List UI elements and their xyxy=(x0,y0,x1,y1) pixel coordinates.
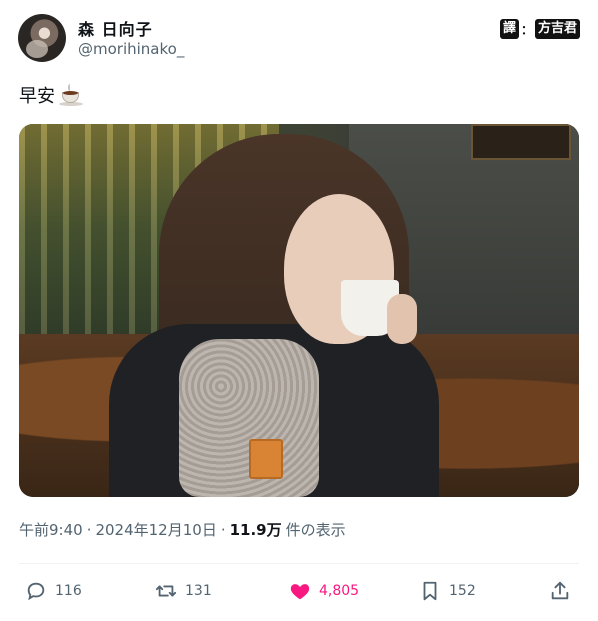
meta-separator: · xyxy=(220,521,226,539)
retweet-count: 131 xyxy=(185,583,212,599)
retweet-icon xyxy=(155,585,177,597)
watermark-separator: ： xyxy=(520,22,533,37)
display-name[interactable]: 森 日向子 xyxy=(78,16,153,40)
tweet-time[interactable]: 午前9:40 xyxy=(19,519,83,540)
tweet-text: 早安 xyxy=(19,82,83,108)
translator-watermark: 譯 ： 方吉君 xyxy=(499,18,580,40)
action-bar: 116 131 4,805 152 xyxy=(19,572,579,612)
share-icon xyxy=(551,581,569,600)
reply-count: 116 xyxy=(55,583,82,599)
reply-icon xyxy=(27,582,45,601)
retweet-button[interactable]: 131 xyxy=(155,580,212,602)
tweet-date[interactable]: 2024年12月10日 xyxy=(95,519,216,540)
tweet-photo[interactable] xyxy=(19,124,579,497)
reply-button[interactable]: 116 xyxy=(25,580,82,602)
meta-separator: · xyxy=(86,521,92,539)
like-count: 4,805 xyxy=(319,583,360,599)
user-handle[interactable]: @morihinako_ xyxy=(78,40,184,58)
share-button[interactable] xyxy=(549,580,571,602)
tweet-meta: 午前9:40 · 2024年12月10日 · 11.9万 件の表示 xyxy=(19,519,346,540)
tweet-text-content: 早安 xyxy=(19,86,55,107)
watermark-left: 譯 xyxy=(499,19,519,39)
avatar[interactable] xyxy=(18,14,66,62)
coffee-icon xyxy=(59,84,83,106)
heart-icon xyxy=(290,584,310,600)
bookmark-icon xyxy=(423,581,437,601)
watermark-right: 方吉君 xyxy=(534,19,580,39)
view-count: 11.9万 xyxy=(229,521,282,539)
divider xyxy=(19,563,579,564)
like-button[interactable]: 4,805 xyxy=(289,580,359,602)
bookmark-count: 152 xyxy=(449,583,476,599)
bookmark-button[interactable]: 152 xyxy=(419,580,476,602)
view-label: 件の表示 xyxy=(285,521,346,539)
tweet-header: 森 日向子 @morihinako_ 譯 ： 方吉君 xyxy=(18,12,580,64)
